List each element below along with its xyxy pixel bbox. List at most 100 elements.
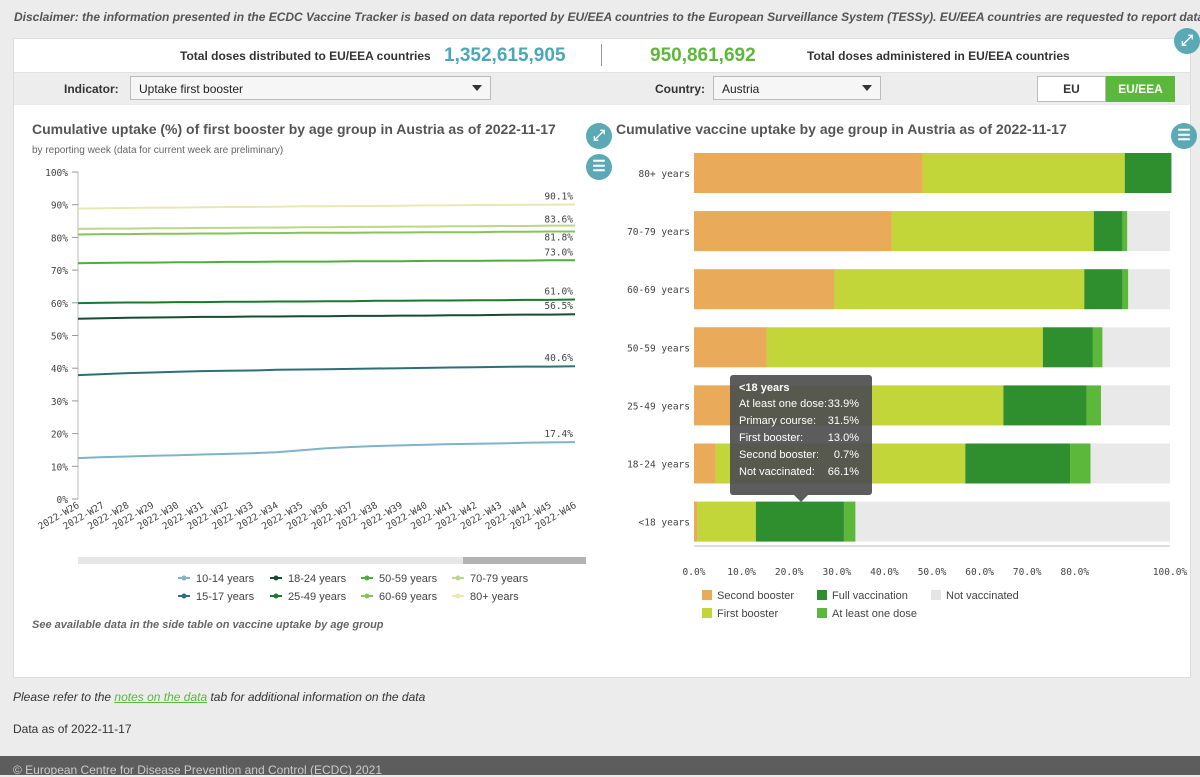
bar-segment-second-booster: [694, 211, 892, 252]
tooltip: <18 years At least one dose: 33.9% Primary…: [730, 375, 872, 502]
y-tick-label: 30%: [51, 397, 68, 408]
tooltip-row-label: First booster:: [739, 432, 804, 444]
notes-link[interactable]: notes on the data: [114, 690, 207, 704]
legend-swatch: [931, 590, 941, 600]
tooltip-row: Not vaccinated: 66.1%: [739, 466, 863, 483]
tooltip-row: Primary course: 31.5%: [739, 415, 863, 432]
end-label: 90.1%: [544, 191, 573, 202]
category-label: 60-69 years: [627, 285, 690, 296]
bar-segment-full-vaccination: [1003, 385, 1087, 426]
series-line-10-14-years: [77, 441, 576, 460]
bar-segment-at-least-one-dose: [1092, 327, 1103, 368]
tooltip-row-label: Primary course:: [739, 415, 817, 427]
tooltip-row-value: 66.1%: [827, 466, 859, 478]
distributed-label: Total doses distributed to EU/EEA countr…: [180, 49, 431, 63]
series-line-18-24-years: [77, 313, 576, 320]
kpi-bar: Total doses distributed to EU/EEA countr…: [14, 39, 1190, 73]
refer-prefix: Please refer to the: [13, 690, 115, 704]
legend-label: 50-59 years: [379, 573, 438, 585]
tooltip-rows: At least one dose: 33.9% Primary course: 31…: [739, 398, 863, 483]
legend-swatch: [817, 590, 827, 600]
y-tick-label: 40%: [51, 364, 68, 375]
series-line-25-49-years: [77, 298, 576, 305]
x-tick-label: 10.0%: [727, 567, 756, 578]
y-tick-label: 90%: [51, 201, 68, 212]
y-tick-label: 0%: [57, 495, 69, 506]
kpi-divider: [601, 44, 602, 66]
series-line-50-59-years: [77, 259, 575, 265]
legend-dot: [455, 575, 461, 581]
toggle-eu-button[interactable]: EU: [1037, 76, 1106, 102]
distributed-value: 1,352,615,905: [444, 45, 566, 66]
bar-segment-second-booster: [694, 327, 767, 368]
legend-swatch: [702, 608, 712, 618]
legend-dot: [273, 575, 279, 581]
bar-segment-at-least-one-dose: [1086, 385, 1101, 426]
tooltip-row: First booster: 13.0%: [739, 432, 863, 449]
administered-value: 950,861,692: [650, 45, 756, 66]
end-label: 61.0%: [544, 287, 573, 298]
line-chart: 0%10%20%30%40%50%60%70%80%90%100%2022-W2…: [36, 168, 586, 603]
legend-label: Second booster: [717, 590, 794, 602]
bar-segment-second-booster: [694, 501, 698, 542]
x-tick-label: 50.0%: [918, 567, 947, 578]
legend-dot: [455, 593, 461, 599]
tooltip-row-value: 33.9%: [827, 398, 859, 410]
x-tick-label: 40.0%: [870, 567, 899, 578]
bar-segment-full-vaccination: [965, 443, 1071, 484]
stacked-bar-chart: 80+ years 70-79 years 60-69 years 50-59 yea…: [627, 153, 1187, 620]
y-tick-label: 50%: [51, 332, 68, 343]
legend-label: 80+ years: [470, 591, 519, 603]
bar-segment-second-booster: [694, 269, 835, 310]
bar-segment-full-vaccination: [755, 501, 844, 542]
legend-label: 18-24 years: [288, 573, 347, 585]
bar-segment-first-booster: [766, 327, 1043, 368]
refer-notes: Please refer to the notes on the data ta…: [13, 690, 425, 704]
series-line-60-69-years: [77, 230, 575, 236]
tooltip-row-value: 31.5%: [827, 415, 859, 427]
chevron-down-icon: [862, 85, 872, 91]
country-label: Country:: [655, 82, 705, 96]
tooltip-row: Second booster: 0.7%: [739, 449, 863, 466]
bar-segment-full-vaccination: [1084, 269, 1123, 310]
indicator-value: Uptake first booster: [139, 82, 244, 96]
category-label: 50-59 years: [627, 343, 690, 354]
category-label: 70-79 years: [627, 227, 690, 238]
legend-label: At least one dose: [832, 608, 917, 620]
end-label: 83.6%: [544, 215, 573, 226]
legend-dot: [181, 593, 187, 599]
administered-label: Total doses administered in EU/EEA count…: [807, 49, 1070, 63]
x-tick-label: 30.0%: [822, 567, 851, 578]
bar-segment-first-booster: [891, 211, 1094, 252]
bar-segment-at-least-one-dose: [1122, 211, 1128, 252]
legend-label: 15-17 years: [196, 591, 255, 603]
x-tick-label: 60.0%: [965, 567, 994, 578]
legend-swatch: [702, 590, 712, 600]
category-label: <18 years: [639, 518, 690, 529]
chevron-down-icon: [472, 85, 482, 91]
indicator-dropdown[interactable]: Uptake first booster: [130, 76, 491, 100]
series-line-70-79-years: [77, 224, 575, 230]
x-tick-label: 80.0%: [1060, 567, 1089, 578]
data-as-of: Data as of 2022-11-17: [13, 722, 132, 736]
filter-bar: Indicator: Uptake first booster Country:…: [14, 73, 1190, 105]
legend-dot: [181, 575, 187, 581]
legend-label: First booster: [717, 608, 778, 620]
bar-segment-second-booster: [694, 443, 716, 484]
footer-bar: © European Centre for Disease Prevention…: [0, 756, 1200, 777]
expand-icon[interactable]: ⤢: [1174, 28, 1200, 54]
y-tick-label: 10%: [51, 462, 68, 473]
legend-label: Not vaccinated: [946, 590, 1019, 602]
legend-label: 25-49 years: [288, 591, 347, 603]
tooltip-row-label: Second booster:: [739, 449, 820, 461]
legend-dot: [364, 593, 370, 599]
tooltip-row-label: At least one dose:: [739, 398, 828, 410]
toggle-eueea-button[interactable]: EU/EEA: [1106, 76, 1175, 102]
legend-dot: [364, 575, 370, 581]
x-tick-label: 20.0%: [775, 567, 804, 578]
refer-suffix: tab for additional information on the da…: [207, 690, 426, 704]
category-label: 80+ years: [639, 169, 690, 180]
legend-label: 60-69 years: [379, 591, 438, 603]
country-dropdown[interactable]: Austria: [713, 76, 881, 100]
tooltip-row: At least one dose: 33.9%: [739, 398, 863, 415]
